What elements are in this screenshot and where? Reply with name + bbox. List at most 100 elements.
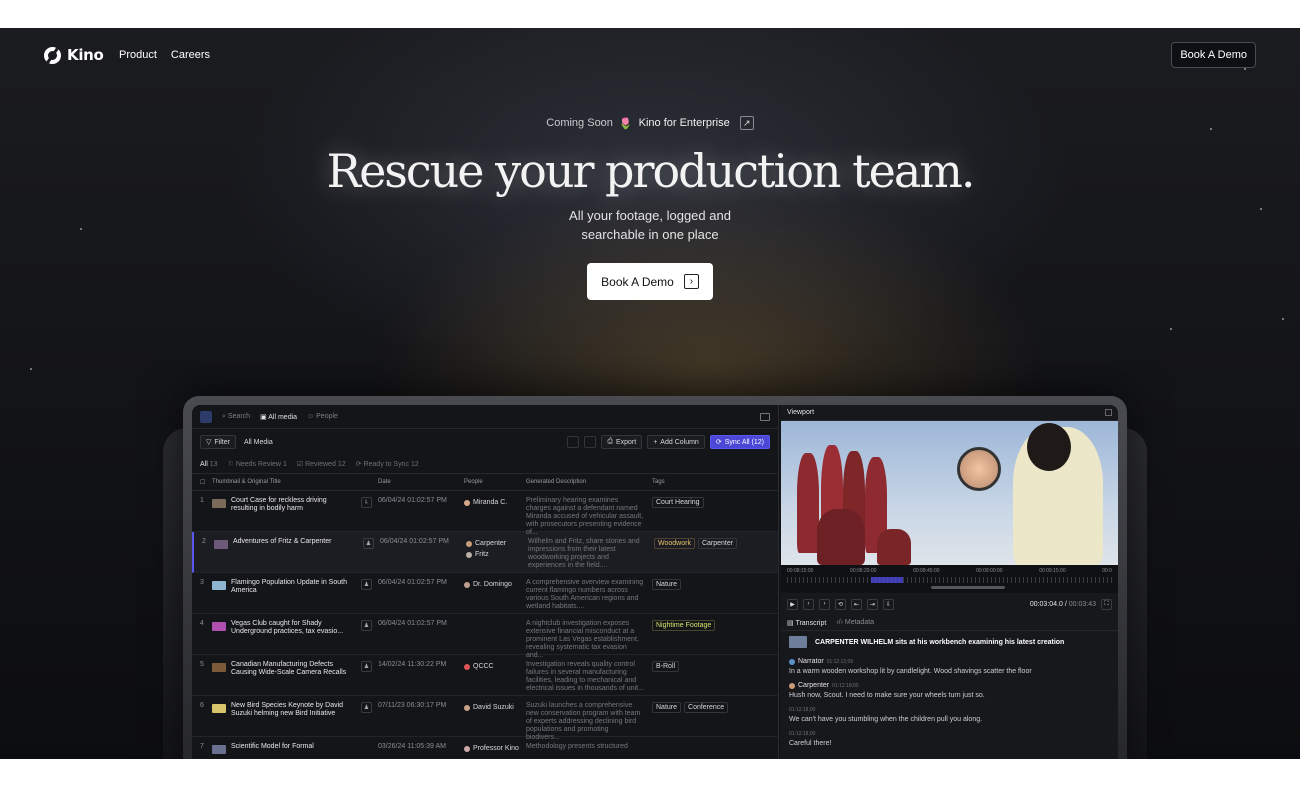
viewport-header: Viewport	[781, 405, 1118, 421]
row-title: Adventures of Fritz & Carpenter	[233, 538, 332, 545]
col-header-people[interactable]: People	[464, 479, 526, 485]
tab-metadata[interactable]: ‹/› Metadata	[836, 619, 874, 626]
brand-logo[interactable]: Kino	[44, 46, 104, 64]
row-title: Scientific Model for Formal	[231, 743, 314, 750]
viewport-panel: Viewport 00:08:15:00 00:08:29:00 00:08:4…	[781, 405, 1118, 759]
library-toolbar: ▽ Filter All Media ⎙ Export + Add Column…	[192, 429, 778, 455]
transcript-line[interactable]: Careful there!	[789, 739, 1110, 749]
player-controls: ▶ ‹ › ⟲ ⇤ ⇥ ⇩ 00:03:04.0 / 00:03:43 ⛶	[781, 593, 1118, 615]
transcript-line[interactable]: Hush now, Scout. I need to make sure you…	[789, 691, 1110, 701]
hero-cta-label: Book A Demo	[601, 274, 674, 289]
col-header-tags[interactable]: Tags	[652, 479, 778, 485]
hero-headline: Rescue your production team.	[326, 144, 975, 198]
table-row[interactable]: 3 Flamingo Population Update in South Am…	[192, 573, 778, 614]
person-chip[interactable]: David Suzuki	[464, 702, 526, 713]
person-chip[interactable]: Dr. Domingo	[464, 579, 526, 590]
nav-link-product[interactable]: Product	[119, 49, 157, 61]
tag-chip[interactable]: Court Hearing	[652, 497, 704, 508]
nav-book-demo-button[interactable]: Book A Demo	[1171, 42, 1256, 68]
select-all-checkbox[interactable]: ☐	[192, 479, 212, 486]
add-column-button[interactable]: + Add Column	[647, 435, 705, 449]
external-arrow-icon[interactable]: ↗	[739, 116, 754, 130]
fullscreen-icon[interactable]: ⛶	[1101, 598, 1112, 610]
grid-view-icon[interactable]	[584, 436, 597, 448]
announcement-badge[interactable]: Coming Soon 🌷 Kino for Enterprise ↗	[0, 116, 1300, 130]
sidebar-toggle-icon[interactable]	[760, 412, 770, 421]
timeline[interactable]: 00:08:15:00 00:08:29:00 00:08:45:00 00:0…	[781, 565, 1118, 593]
row-title: Canadian Manufacturing Defects Causing W…	[231, 661, 347, 676]
person-icon[interactable]: ♟	[363, 538, 374, 549]
status-filters: All 13 ⚐ Needs Review 1 ☑ Reviewed 12 ⟳ Rea…	[192, 455, 778, 473]
hero-book-demo-button[interactable]: Book A Demo ›	[587, 263, 713, 300]
transcript-line[interactable]: In a warm wooden workshop lit by candlel…	[789, 667, 1110, 677]
magnifier-graphic	[957, 447, 1001, 491]
tag-chip[interactable]: Carpenter	[697, 538, 738, 549]
row-thumbnail	[212, 499, 226, 508]
tag-chip[interactable]: Nightime Footage	[652, 620, 716, 631]
video-player[interactable]	[781, 421, 1118, 565]
row-number: 6	[200, 702, 204, 709]
clip-heading: CARPENTER WILHELM sits at his workbench …	[781, 631, 1118, 653]
person-icon[interactable]: ♟	[361, 661, 372, 672]
timeline-scrollbar[interactable]	[931, 586, 1005, 589]
table-row[interactable]: 4 Vegas Club caught for Shady Undergroun…	[192, 614, 778, 659]
tag-chip[interactable]: Nature	[652, 579, 682, 590]
people-tab[interactable]: ☺ People	[307, 413, 338, 420]
step-back-icon[interactable]: ‹	[803, 598, 814, 610]
nav-link-careers[interactable]: Careers	[171, 49, 210, 61]
row-date: 06/04/24 01:02:57 PM	[378, 579, 447, 586]
table-row-selected[interactable]: 2 Adventures of Fritz & Carpenter ♟ 06/04…	[192, 532, 778, 573]
filter-reviewed[interactable]: ☑ Reviewed 12	[297, 460, 346, 468]
tag-chip[interactable]: Nature	[652, 702, 682, 713]
export-button[interactable]: ⎙ Export	[601, 435, 643, 449]
row-date: 06/04/24 01:02:57 PM	[380, 538, 449, 545]
media-library-panel: ⌕ Search ▣ All media ☺ People ▽ Filter A…	[192, 405, 779, 759]
badge-link[interactable]: Kino for Enterprise	[639, 117, 730, 129]
person-chip[interactable]: Carpenter	[466, 538, 528, 549]
jump-end-icon[interactable]: ⇥	[867, 598, 878, 610]
row-description: Investigation reveals quality control fa…	[526, 661, 644, 692]
col-header-date[interactable]: Date	[378, 479, 464, 485]
tab-transcript[interactable]: ▤ Transcript	[787, 619, 826, 627]
loop-icon[interactable]: ⟲	[835, 598, 846, 610]
row-description: Methodology presents structured	[526, 743, 628, 750]
filter-button[interactable]: ▽ Filter	[200, 435, 236, 449]
person-chip[interactable]: QCCC	[464, 661, 526, 672]
speaker-label: Carpenter 01:12:18;00	[789, 681, 1110, 691]
search-tab[interactable]: ⌕ Search	[222, 413, 250, 421]
app-screenshot: ⌕ Search ▣ All media ☺ People ▽ Filter A…	[192, 405, 1118, 759]
col-header-title[interactable]: Thumbnail & Original Title	[212, 479, 378, 485]
step-forward-icon[interactable]: ›	[819, 598, 830, 610]
tag-chip[interactable]: Woodwork	[654, 538, 695, 549]
filter-ready-to-sync[interactable]: ⟳ Ready to Sync 12	[356, 460, 419, 468]
person-chip[interactable]: Professor Kino	[464, 743, 526, 754]
person-chip[interactable]: Miranda C.	[464, 497, 526, 508]
list-view-icon[interactable]	[567, 436, 580, 448]
person-icon[interactable]: ♟	[361, 620, 372, 631]
download-icon[interactable]: ⇩	[361, 497, 372, 508]
table-row[interactable]: 5 Canadian Manufacturing Defects Causing…	[192, 655, 778, 696]
table-row[interactable]: 1 Court Case for reckless driving result…	[192, 491, 778, 536]
all-media-tab[interactable]: ▣ All media	[260, 413, 297, 421]
tag-chip[interactable]: B-Roll	[652, 661, 680, 672]
filter-all[interactable]: All 13	[200, 461, 218, 468]
jump-start-icon[interactable]: ⇤	[851, 598, 862, 610]
viewport-title: Viewport	[787, 409, 815, 416]
sync-all-button[interactable]: ⟳ Sync All (12)	[709, 435, 770, 449]
person-icon[interactable]: ♟	[361, 579, 372, 590]
transcript-list: Narrator 01:12:12;06 In a warm wooden wo…	[781, 653, 1118, 753]
row-date: 14/02/24 11:30:22 PM	[378, 661, 447, 668]
table-row[interactable]: 6 New Bird Species Keynote by David Suzu…	[192, 696, 778, 741]
expand-icon[interactable]	[1105, 409, 1112, 416]
play-icon[interactable]: ▶	[787, 598, 798, 610]
tag-chip[interactable]: Conference	[684, 702, 729, 713]
person-icon[interactable]: ♟	[361, 702, 372, 713]
viewport-tabs: ▤ Transcript ‹/› Metadata	[781, 615, 1118, 631]
download-icon[interactable]: ⇩	[883, 598, 894, 610]
transcript-line[interactable]: We can't have you stumbling when the chi…	[789, 715, 1110, 725]
row-description: Wilhelm and Fritz, share stories and imp…	[528, 538, 640, 569]
filter-needs-review[interactable]: ⚐ Needs Review 1	[228, 460, 287, 468]
col-header-desc[interactable]: Generated Description	[526, 479, 652, 485]
table-row[interactable]: 7 Scientific Model for Formal 03/26/24 1…	[192, 737, 778, 759]
person-chip[interactable]: Fritz	[466, 549, 528, 560]
